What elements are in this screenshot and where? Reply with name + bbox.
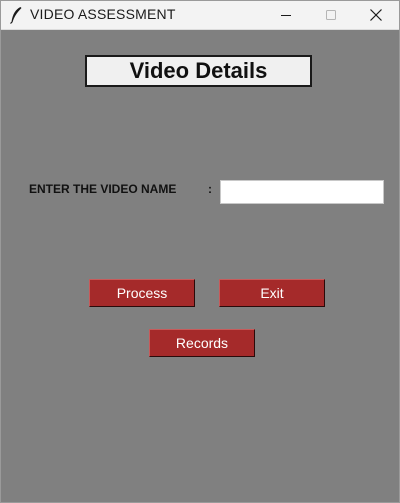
video-name-label: ENTER THE VIDEO NAME — [29, 182, 177, 196]
exit-button[interactable]: Exit — [219, 279, 325, 307]
maximize-icon — [326, 10, 336, 20]
close-icon — [370, 9, 382, 21]
label-separator: : — [208, 182, 212, 196]
page-title: Video Details — [85, 55, 312, 87]
maximize-button[interactable] — [308, 1, 354, 29]
records-button[interactable]: Records — [149, 329, 255, 357]
app-window: VIDEO ASSESSMENT Video Details ENTER THE… — [0, 0, 400, 503]
window-title: VIDEO ASSESSMENT — [30, 6, 176, 22]
form-area: Video Details ENTER THE VIDEO NAME : Pro… — [1, 30, 399, 502]
close-button[interactable] — [353, 1, 399, 29]
minimize-button[interactable] — [263, 1, 309, 29]
video-name-input[interactable] — [220, 180, 384, 204]
minimize-icon — [281, 15, 291, 16]
process-button[interactable]: Process — [89, 279, 195, 307]
feather-icon — [10, 7, 22, 24]
title-bar[interactable]: VIDEO ASSESSMENT — [1, 1, 399, 30]
